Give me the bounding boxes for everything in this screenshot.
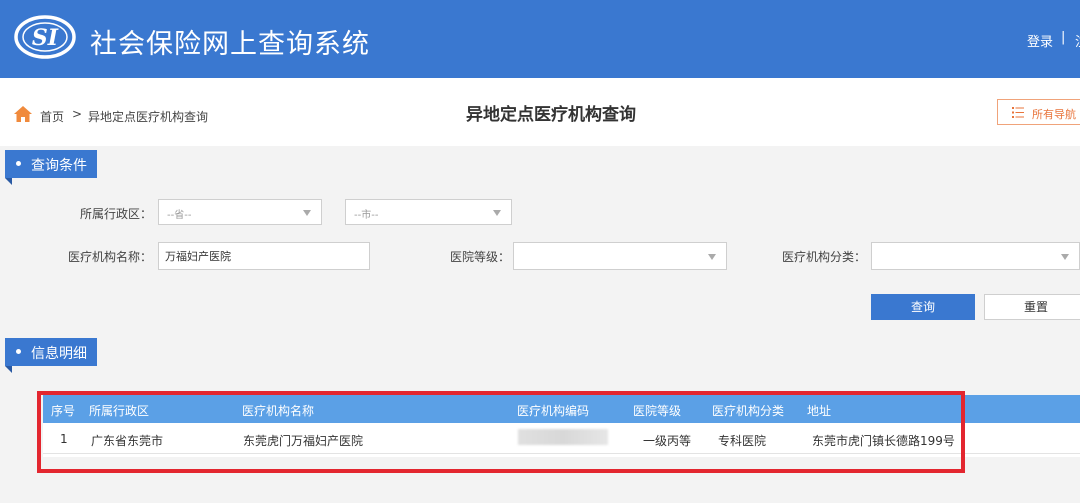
table-row[interactable]: 1 广东省东莞市 东莞虎门万福妇产医院 一级丙等 专科医院 东莞市虎门镇长德路1… bbox=[43, 423, 1080, 454]
breadcrumb-current: 异地定点医疗机构查询 bbox=[88, 110, 209, 124]
login-link[interactable]: 登录 bbox=[1027, 31, 1053, 50]
all-navigation-button[interactable]: 所有导航 bbox=[997, 99, 1080, 125]
results-table: 序号 所属行政区 医疗机构名称 医疗机构编码 医院等级 医疗机构分类 地址 1 … bbox=[43, 395, 1080, 457]
breadcrumb-separator: > bbox=[72, 107, 83, 121]
table-header: 序号 所属行政区 医疗机构名称 医疗机构编码 医院等级 医疗机构分类 地址 bbox=[43, 395, 1080, 423]
column-header-level: 医院等级 bbox=[633, 404, 682, 418]
app-title: 社会保险网上查询系统 bbox=[90, 29, 370, 60]
bullet-dot-icon bbox=[16, 161, 21, 166]
chevron-down-icon bbox=[493, 210, 501, 216]
app-header: SI 社会保险网上查询系统 登录 | 注 bbox=[0, 0, 1080, 78]
home-icon[interactable] bbox=[13, 105, 33, 123]
column-header-name: 医疗机构名称 bbox=[242, 404, 315, 418]
institution-category-label: 医疗机构分类： bbox=[782, 250, 867, 264]
column-header-category: 医疗机构分类 bbox=[712, 404, 785, 418]
query-button[interactable]: 查询 bbox=[871, 294, 975, 320]
chevron-down-icon bbox=[303, 210, 311, 216]
query-conditions-title: 查询条件 bbox=[31, 158, 87, 174]
cell-index: 1 bbox=[60, 432, 68, 446]
column-header-index: 序号 bbox=[51, 404, 76, 418]
column-header-region: 所属行政区 bbox=[89, 404, 150, 418]
column-header-address: 地址 bbox=[807, 404, 832, 418]
city-placeholder: --市-- bbox=[354, 210, 379, 221]
cell-code-redacted bbox=[518, 429, 608, 445]
cell-level: 一级丙等 bbox=[643, 434, 692, 448]
cell-name: 东莞虎门万福妇产医院 bbox=[243, 434, 364, 448]
page-title: 异地定点医疗机构查询 bbox=[466, 105, 636, 125]
information-detail-title: 信息明细 bbox=[31, 346, 87, 362]
bullet-dot-icon bbox=[16, 349, 21, 354]
svg-text:SI: SI bbox=[32, 25, 59, 51]
cell-region: 广东省东莞市 bbox=[91, 434, 164, 448]
chevron-down-icon bbox=[708, 254, 716, 260]
header-cut-link[interactable]: 注 bbox=[1075, 31, 1080, 50]
hospital-level-label: 医院等级： bbox=[450, 250, 511, 264]
chevron-down-icon bbox=[1061, 254, 1069, 260]
breadcrumb-home[interactable]: 首页 bbox=[40, 108, 64, 125]
region-label: 所属行政区： bbox=[80, 207, 153, 221]
city-select[interactable]: --市-- bbox=[345, 199, 512, 225]
social-insurance-logo-icon: SI bbox=[14, 15, 76, 59]
header-separator: | bbox=[1061, 30, 1066, 45]
institution-category-select[interactable] bbox=[871, 242, 1080, 270]
cell-address: 东莞市虎门镇长德路199号 bbox=[812, 434, 955, 448]
province-placeholder: --省-- bbox=[167, 210, 192, 221]
all-navigation-label: 所有导航 bbox=[1032, 108, 1076, 121]
column-header-code: 医疗机构编码 bbox=[517, 404, 590, 418]
hospital-level-select[interactable] bbox=[513, 242, 727, 270]
tab-fold-decoration bbox=[5, 178, 12, 185]
cell-category: 专科医院 bbox=[718, 434, 767, 448]
institution-name-input[interactable] bbox=[158, 242, 370, 270]
tab-fold-decoration bbox=[5, 366, 12, 373]
list-icon bbox=[1012, 107, 1024, 118]
information-detail-tab: 信息明细 bbox=[5, 338, 97, 373]
province-select[interactable]: --省-- bbox=[158, 199, 322, 225]
reset-button[interactable]: 重置 bbox=[984, 294, 1080, 320]
query-conditions-tab: 查询条件 bbox=[5, 150, 97, 185]
institution-name-label: 医疗机构名称： bbox=[68, 250, 153, 264]
